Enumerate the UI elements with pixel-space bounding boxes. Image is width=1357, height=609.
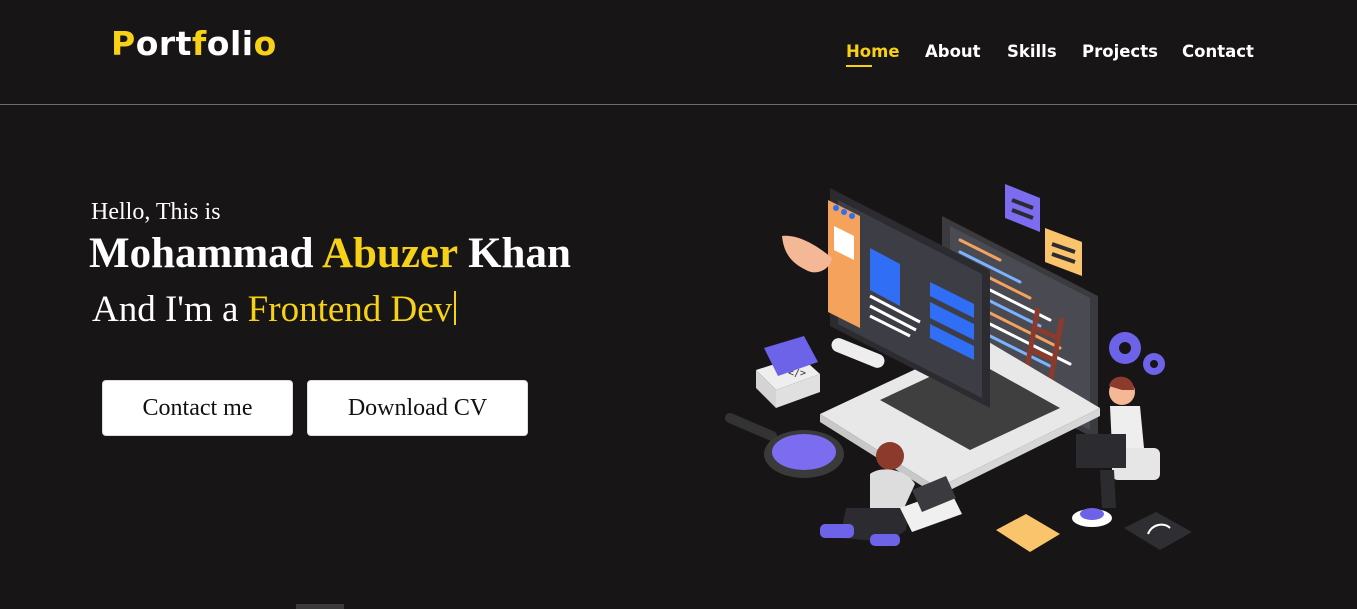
site-header: Portfolio Home About Skills Projects Con… bbox=[0, 0, 1357, 105]
logo-segment-oli: oli bbox=[206, 24, 254, 63]
logo[interactable]: Portfolio bbox=[111, 24, 277, 63]
hero-role: And I'm a Frontend Dev bbox=[92, 288, 457, 331]
download-cv-button[interactable]: Download CV bbox=[307, 380, 528, 436]
logo-letter-p: P bbox=[111, 24, 136, 63]
logo-segment-ort: ort bbox=[135, 24, 192, 63]
role-prefix: And I'm a bbox=[92, 289, 239, 330]
code-tag-label: </> bbox=[788, 368, 806, 379]
hero-name: Mohammad Abuzer Khan bbox=[89, 229, 571, 278]
logo-letter-f: f bbox=[191, 24, 207, 63]
nav-about[interactable]: About bbox=[925, 42, 981, 61]
scroll-tab[interactable] bbox=[296, 604, 344, 609]
contact-me-button[interactable]: Contact me bbox=[102, 380, 293, 436]
nav-home[interactable]: Home bbox=[846, 42, 900, 67]
typing-cursor bbox=[454, 291, 457, 325]
developer-workspace-illustration: </> bbox=[725, 184, 1192, 552]
role-typed: Frontend Dev bbox=[247, 289, 453, 330]
logo-letter-o: o bbox=[253, 24, 277, 63]
portfolio-page: Portfolio Home About Skills Projects Con… bbox=[0, 0, 1357, 609]
name-first: Mohammad bbox=[89, 230, 314, 277]
name-last: Khan bbox=[468, 230, 571, 277]
nav-projects[interactable]: Projects bbox=[1082, 42, 1158, 61]
greeting: Hello, This is bbox=[91, 199, 221, 225]
nav-contact[interactable]: Contact bbox=[1182, 42, 1254, 61]
name-middle: Abuzer bbox=[321, 230, 458, 277]
nav-skills[interactable]: Skills bbox=[1007, 42, 1057, 61]
